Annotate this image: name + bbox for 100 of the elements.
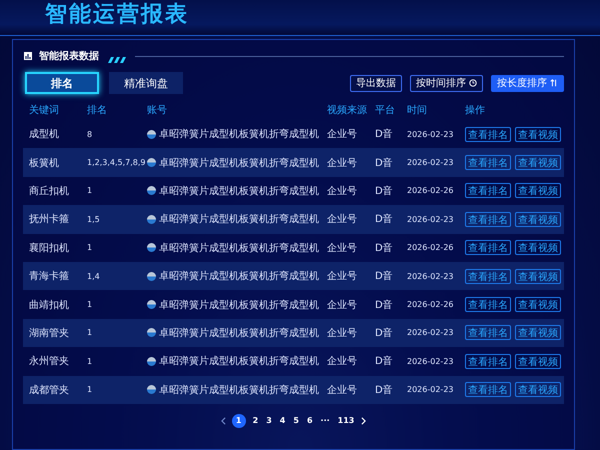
account-name: 卓昭弹簧片成型机板簧机折弯成型机 — [159, 298, 319, 312]
avatar-icon — [147, 272, 156, 281]
table-cell-text: 抚州卡箍 — [29, 212, 70, 226]
sort-button[interactable]: 按长度排序 — [491, 74, 564, 92]
account-name: 卓昭弹簧片成型机板簧机折弯成型机 — [159, 184, 319, 198]
avatar-icon — [147, 214, 156, 224]
page-button[interactable]: 2 — [252, 416, 260, 426]
account-name: 卓昭弹簧片成型机板簧机折弯成型机 — [159, 326, 319, 340]
view-button[interactable]: 查看视频 — [515, 325, 561, 340]
account-name: 卓昭弹簧片成型机板簧机折弯成型机 — [159, 212, 319, 226]
sort-icon — [550, 79, 558, 87]
table-cell-text: D音 — [375, 298, 394, 312]
page-button[interactable]: 3 — [265, 416, 273, 426]
table-cell-text: 2026-02-23 — [407, 130, 454, 139]
table-cell-text: 2026-02-23 — [407, 272, 454, 281]
avatar-icon — [147, 328, 156, 338]
table-cell-text: 1 — [87, 356, 94, 366]
table-cell-text: 1 — [87, 186, 94, 196]
view-button[interactable]: 查看视频 — [515, 382, 561, 398]
table-cell-text: 2026-02-23 — [407, 385, 454, 394]
tab[interactable]: 排名 — [25, 72, 99, 94]
account-name: 卓昭弹簧片成型机板簧机折弯成型机 — [159, 384, 319, 397]
page-button[interactable]: 113 — [336, 416, 356, 426]
view-button[interactable]: 查看排名 — [465, 126, 511, 142]
table-cell-text: 湖南管夹 — [29, 326, 70, 340]
table-cell-text: 企业号 — [327, 212, 358, 226]
table-cell-text: D音 — [375, 242, 394, 255]
table-cell-text: 企业号 — [327, 354, 358, 368]
stripes-decoration — [105, 57, 129, 63]
table-cell-text: 企业号 — [327, 184, 358, 198]
column-header: 时间 — [407, 104, 428, 117]
table-cell-text: 1 — [87, 328, 94, 338]
view-button[interactable]: 查看排名 — [465, 325, 511, 340]
account-name: 卓昭弹簧片成型机板簧机折弯成型机 — [159, 128, 319, 142]
view-button[interactable]: 查看排名 — [465, 268, 511, 284]
bar-chart-icon — [23, 51, 33, 61]
view-button[interactable]: 查看排名 — [465, 354, 511, 369]
chevron-left-icon[interactable] — [220, 416, 226, 425]
table-cell-text: 1 — [87, 300, 94, 310]
table-cell-text: 成都管夹 — [29, 384, 70, 397]
view-button[interactable]: 查看视频 — [515, 240, 561, 256]
avatar-icon — [147, 356, 156, 366]
table-cell-text: D音 — [375, 212, 394, 226]
table-cell-text: D音 — [375, 354, 394, 368]
view-button[interactable]: 查看视频 — [515, 155, 561, 170]
page-button[interactable]: 4 — [278, 416, 286, 426]
table-cell-text: 2026-02-23 — [407, 214, 454, 224]
avatar-icon — [147, 186, 156, 196]
view-button[interactable]: 查看排名 — [465, 382, 511, 398]
view-button[interactable]: 查看视频 — [515, 183, 561, 198]
view-button[interactable]: 查看排名 — [465, 183, 511, 198]
column-header: 关键词 — [29, 104, 60, 117]
table-cell-text: 2026-02-26 — [407, 300, 454, 310]
view-button[interactable]: 查看视频 — [515, 212, 561, 227]
table-cell-text: 2026-02-23 — [407, 328, 454, 338]
table-cell-text: 企业号 — [327, 128, 358, 142]
account-name: 卓昭弹簧片成型机板簧机折弯成型机 — [159, 270, 319, 284]
table-cell-text: 板簧机 — [29, 156, 60, 170]
table-cell-text: 1,4 — [87, 272, 101, 281]
table-cell-text: 1 — [87, 385, 94, 394]
table-cell-text: 企业号 — [327, 242, 358, 255]
table-cell-text: 企业号 — [327, 298, 358, 312]
avatar-icon — [147, 243, 156, 252]
table-cell-text: 2026-02-26 — [407, 186, 454, 196]
table-cell-text: D音 — [375, 128, 394, 142]
table-cell-text: 2026-02-23 — [407, 356, 454, 366]
column-header: 账号 — [147, 104, 168, 117]
view-button[interactable]: 查看视频 — [515, 354, 561, 369]
table-cell-text: D音 — [375, 184, 394, 198]
view-button[interactable]: 查看排名 — [465, 212, 511, 227]
export-button[interactable]: 导出数据 — [350, 74, 402, 92]
table-cell-text: 青海卡箍 — [29, 270, 70, 284]
view-button[interactable]: 查看排名 — [465, 240, 511, 256]
table-cell-text: 永州管夹 — [29, 354, 70, 368]
column-header: 操作 — [465, 104, 486, 117]
table-cell-text: D音 — [375, 326, 394, 340]
view-button[interactable]: 查看视频 — [515, 297, 561, 312]
table-cell-text: D音 — [375, 270, 394, 284]
table-cell-text: 企业号 — [327, 270, 358, 284]
page-button[interactable]: 5 — [292, 416, 300, 426]
view-button[interactable]: 查看排名 — [465, 155, 511, 170]
page-button[interactable]: 1 — [232, 414, 246, 428]
avatar-icon — [147, 300, 156, 310]
table-cell-text: 襄阳扣机 — [29, 242, 70, 255]
table-cell-text: 8 — [87, 130, 94, 139]
table-cell-text: 成型机 — [29, 128, 60, 142]
table-cell-text: 企业号 — [327, 156, 358, 170]
sort-button[interactable]: 按时间排序 — [410, 74, 483, 92]
view-button[interactable]: 查看视频 — [515, 126, 561, 142]
table-cell-text: 企业号 — [327, 384, 358, 397]
clock-icon — [469, 79, 477, 87]
tab[interactable]: 精准询盘 — [109, 72, 183, 94]
view-button[interactable]: 查看排名 — [465, 297, 511, 312]
table-cell-text: 企业号 — [327, 326, 358, 340]
page-title: 智能运营报表 — [45, 1, 189, 29]
chevron-right-icon[interactable] — [361, 416, 366, 425]
table-cell-text: D音 — [375, 156, 394, 170]
avatar-icon — [147, 158, 156, 168]
page-button[interactable]: 6 — [306, 416, 314, 426]
view-button[interactable]: 查看视频 — [515, 268, 561, 284]
